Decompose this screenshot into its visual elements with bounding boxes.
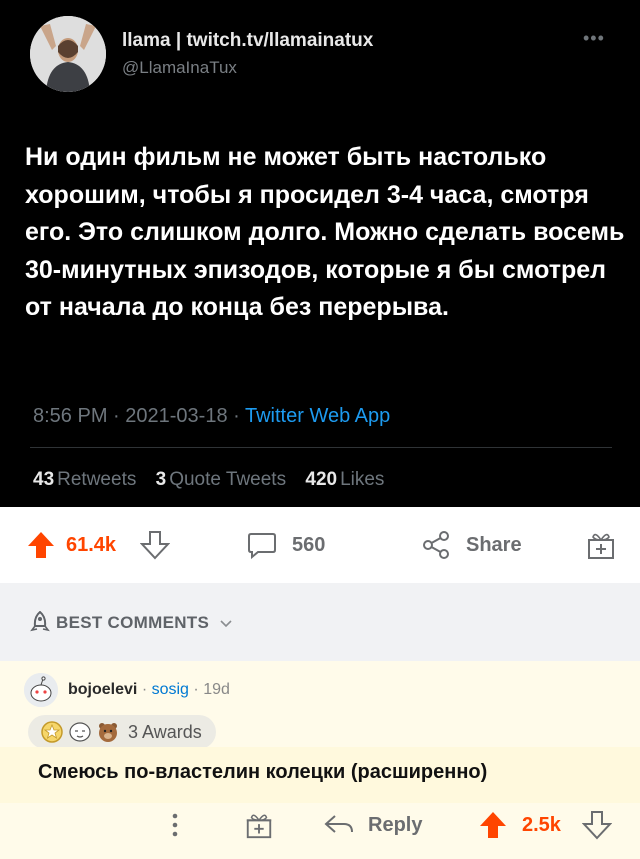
chevron-down-icon bbox=[220, 619, 232, 627]
comment-text: Смеюсь по-властелин колецки (расширенно) bbox=[38, 761, 488, 783]
tweet-handle[interactable]: @LlamaInaTux bbox=[122, 58, 237, 78]
awards-count: 3 Awards bbox=[128, 721, 202, 742]
header-dot: · bbox=[193, 681, 204, 698]
more-vertical-icon bbox=[172, 813, 178, 837]
tweet-date: 2021-03-18 bbox=[125, 405, 228, 427]
share-label: Share bbox=[466, 533, 522, 556]
share-button[interactable]: Share bbox=[420, 507, 522, 583]
sort-bar[interactable]: BEST COMMENTS bbox=[0, 583, 640, 661]
rocket-icon bbox=[30, 611, 50, 632]
upvote-icon bbox=[28, 532, 54, 558]
comment: bojoelevi · sosig · 19d 3 Awards Смеюсь … bbox=[0, 661, 640, 859]
comment-avatar[interactable] bbox=[24, 673, 58, 707]
upvote-icon bbox=[480, 812, 506, 838]
meta-separator: · bbox=[233, 405, 245, 427]
retweets-stat[interactable]: 43 Retweets bbox=[33, 469, 136, 490]
gift-icon bbox=[588, 533, 614, 559]
comment-score: 2.5k bbox=[522, 813, 561, 836]
post-action-bar: 61.4k 560 Share bbox=[0, 507, 640, 583]
more-icon[interactable]: ••• bbox=[583, 28, 605, 49]
comment-age: 19d bbox=[203, 681, 230, 698]
award-icon-bear bbox=[99, 723, 117, 742]
tweet-avatar[interactable] bbox=[30, 16, 106, 92]
comment-award-button[interactable] bbox=[244, 801, 274, 849]
comment-downvote-button[interactable] bbox=[582, 801, 612, 849]
comment-icon bbox=[248, 533, 276, 560]
header-dot: · bbox=[141, 681, 152, 698]
comment-header: bojoelevi · sosig · 19d bbox=[68, 681, 230, 699]
downvote-button[interactable] bbox=[140, 507, 170, 583]
tweet-display-name[interactable]: llama | twitch.tv/llamainatux bbox=[122, 30, 373, 52]
comment-more-button[interactable] bbox=[170, 801, 180, 849]
award-button[interactable] bbox=[585, 507, 617, 583]
reply-label: Reply bbox=[368, 813, 423, 836]
awards-badge[interactable]: 3 Awards bbox=[28, 715, 216, 749]
divider bbox=[30, 447, 612, 448]
tweet-time: 8:56 PM bbox=[33, 405, 108, 427]
tweet-meta: 8:56 PM · 2021-03-18 · Twitter Web App bbox=[33, 405, 390, 428]
user-flair: sosig bbox=[151, 681, 189, 698]
downvote-icon bbox=[140, 531, 170, 560]
sort-label[interactable]: BEST COMMENTS bbox=[56, 613, 232, 633]
meta-separator: · bbox=[113, 405, 126, 427]
comment-actions: Reply 2.5k bbox=[0, 801, 640, 849]
downvote-icon bbox=[582, 811, 612, 840]
quotes-stat[interactable]: 3 Quote Tweets bbox=[156, 469, 286, 490]
likes-stat[interactable]: 420 Likes bbox=[305, 469, 384, 490]
upvote-button[interactable] bbox=[26, 507, 56, 583]
gift-icon bbox=[246, 814, 272, 839]
comment-count: 560 bbox=[292, 533, 326, 556]
award-icon-silver bbox=[41, 721, 63, 743]
award-icon-face bbox=[69, 722, 91, 742]
post-score: 61.4k bbox=[66, 533, 117, 556]
share-icon bbox=[423, 531, 449, 559]
tweet-text: Ни один фильм не может быть настолько хо… bbox=[25, 143, 625, 321]
tweet-app[interactable]: Twitter Web App bbox=[245, 405, 390, 427]
reply-icon bbox=[324, 815, 353, 833]
tweet-stats: 43 Retweets 3 Quote Tweets 420 Likes bbox=[33, 469, 398, 491]
tweet-card: llama | twitch.tv/llamainatux @LlamaInaT… bbox=[0, 0, 640, 507]
comment-upvote-button[interactable] bbox=[478, 801, 508, 849]
comment-username[interactable]: bojoelevi bbox=[68, 681, 137, 698]
reply-button[interactable]: Reply bbox=[324, 801, 422, 849]
comments-button[interactable]: 560 bbox=[246, 507, 325, 583]
